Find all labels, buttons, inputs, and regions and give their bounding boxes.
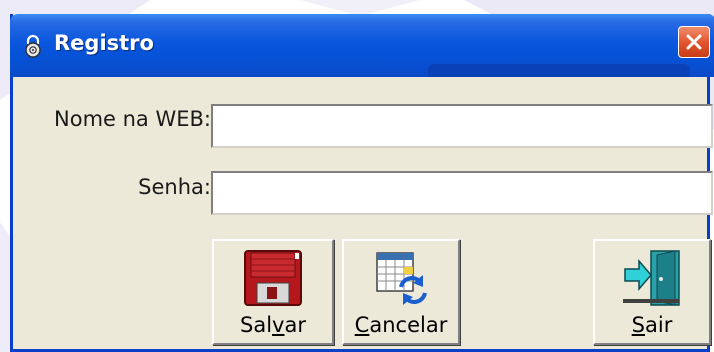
cancel-button[interactable]: Cancelar: [342, 239, 460, 345]
floppy-disk-icon: [243, 249, 303, 311]
web-name-input[interactable]: [211, 104, 713, 148]
lock-icon: [24, 34, 42, 58]
save-button-label: Salvar: [240, 313, 306, 337]
calendar-refresh-icon: [371, 249, 431, 311]
password-label: Senha:: [138, 175, 211, 199]
cancel-button-label: Cancelar: [354, 313, 448, 337]
exit-door-icon: [621, 249, 683, 311]
password-input[interactable]: [211, 171, 713, 215]
close-button[interactable]: [678, 26, 710, 58]
web-name-label: Nome na WEB:: [54, 107, 211, 131]
exit-button[interactable]: Sair: [593, 239, 711, 345]
registro-dialog: Registro Nome na WEB: Senha: Salvar Canc…: [10, 14, 714, 352]
exit-button-label: Sair: [631, 313, 673, 337]
title-bar-tab: [428, 64, 690, 77]
title-bar[interactable]: Registro: [10, 14, 714, 77]
window-title: Registro: [54, 31, 154, 55]
close-icon: [686, 34, 702, 50]
save-button[interactable]: Salvar: [212, 239, 334, 345]
